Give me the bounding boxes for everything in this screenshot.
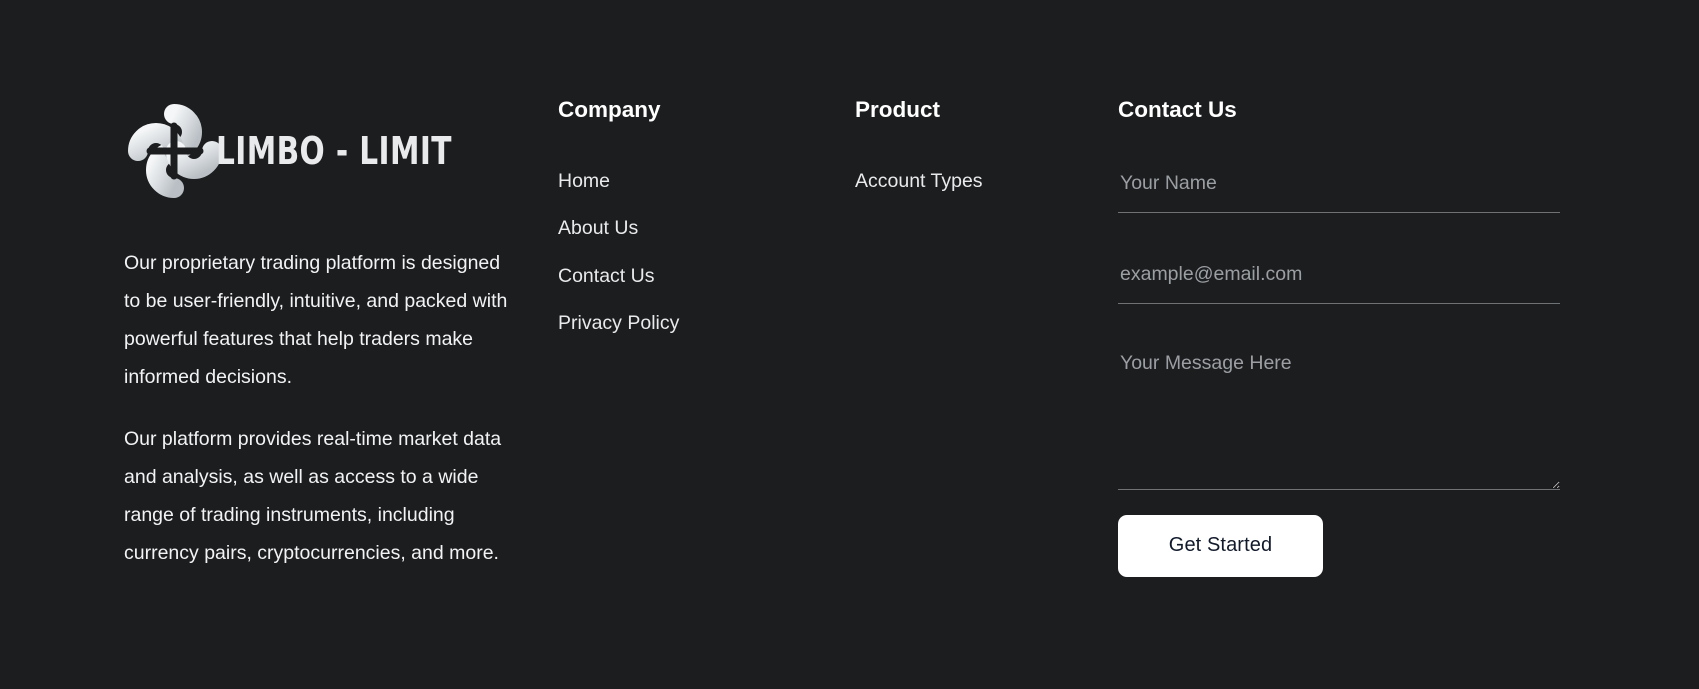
brand-column: LIMBO - LIMIT Our proprietary trading pl… <box>124 90 524 572</box>
list-item: Account Types <box>855 158 1095 206</box>
brand-paragraph-2: Our platform provides real-time market d… <box>124 428 502 564</box>
brand-lockup[interactable]: LIMBO - LIMIT <box>124 90 524 212</box>
footer-grid: LIMBO - LIMIT Our proprietary trading pl… <box>0 90 1699 689</box>
list-item: Privacy Policy <box>558 300 798 348</box>
footer-link-account-types[interactable]: Account Types <box>855 158 983 206</box>
list-item: Contact Us <box>558 253 798 301</box>
footer-link-privacy-policy[interactable]: Privacy Policy <box>558 300 679 348</box>
footer-link-contact-us[interactable]: Contact Us <box>558 253 654 301</box>
brand-paragraph-1: Our proprietary trading platform is desi… <box>124 252 508 388</box>
company-heading: Company <box>558 97 661 122</box>
contact-heading: Contact Us <box>1118 97 1237 122</box>
contact-form: Get Started <box>1118 163 1564 577</box>
email-input[interactable] <box>1118 254 1560 304</box>
footer-link-about-us[interactable]: About Us <box>558 205 638 253</box>
product-heading: Product <box>855 97 941 122</box>
product-column: Product Account Types <box>855 90 1095 205</box>
company-column: Company Home About Us Contact Us Privacy… <box>558 90 798 348</box>
list-item: Home <box>558 158 798 206</box>
brand-name: LIMBO - LIMIT <box>216 129 452 173</box>
site-footer: LIMBO - LIMIT Our proprietary trading pl… <box>0 0 1699 689</box>
name-input[interactable] <box>1118 163 1560 213</box>
contact-column: Contact Us Get Started <box>1118 90 1564 577</box>
company-link-list: Home About Us Contact Us Privacy Policy <box>558 158 798 348</box>
message-textarea[interactable] <box>1118 345 1560 490</box>
product-link-list: Account Types <box>855 158 1095 206</box>
list-item: About Us <box>558 205 798 253</box>
get-started-button[interactable]: Get Started <box>1118 514 1323 577</box>
footer-link-home[interactable]: Home <box>558 158 610 206</box>
interlocking-knot-logo-icon <box>116 92 224 210</box>
